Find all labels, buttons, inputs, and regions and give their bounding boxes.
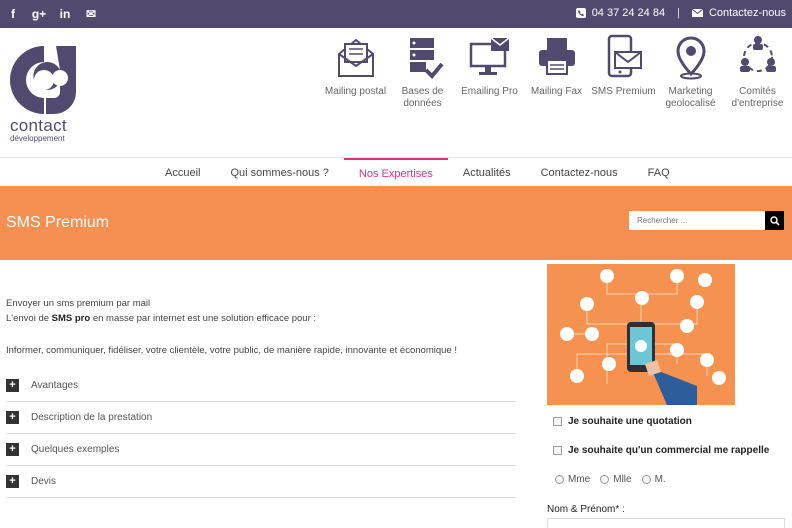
service-comites[interactable]: Comités d'entreprise xyxy=(724,34,791,110)
civility-radios: Mme Mlle M. xyxy=(555,474,666,485)
form-checks: Je souhaite une quotation Je souhaite qu… xyxy=(553,413,769,471)
name-input[interactable] xyxy=(547,518,785,528)
accordion-avantages[interactable]: + Avantages xyxy=(6,370,516,402)
intro-line-2-pre: L'envoi de xyxy=(6,313,52,324)
intro-line-2: L'envoi de SMS pro en masse par internet… xyxy=(6,311,516,326)
search-input[interactable] xyxy=(629,211,765,230)
check-rappel[interactable]: Je souhaite qu'un commercial me rappelle xyxy=(553,442,769,458)
service-sms-premium[interactable]: SMS Premium xyxy=(590,34,657,110)
radio-m[interactable]: M. xyxy=(641,474,666,485)
service-emailing-pro[interactable]: Emailing Pro xyxy=(456,34,523,110)
radio-mme[interactable]: Mme xyxy=(555,474,590,485)
radio-circle[interactable] xyxy=(641,475,651,484)
radio-label: Mme xyxy=(568,474,591,485)
accordion-label: Avantages xyxy=(31,380,79,391)
phone-icon xyxy=(575,8,586,18)
social-links: f g+ in ✉ xyxy=(6,7,98,21)
check-quotation[interactable]: Je souhaite une quotation xyxy=(553,413,769,429)
accordion-exemples[interactable]: + Quelques exemples xyxy=(6,434,516,466)
linkedin-icon[interactable]: in xyxy=(58,7,72,21)
nav-nos-expertises[interactable]: Nos Expertises xyxy=(343,158,448,187)
mail-icon[interactable]: ✉ xyxy=(84,7,98,21)
checkbox[interactable] xyxy=(553,445,562,455)
search-icon xyxy=(769,215,780,226)
service-label: Comités d'entreprise xyxy=(731,86,784,109)
service-marketing-geo[interactable]: Marketing geolocalisé xyxy=(657,34,724,110)
page-title: SMS Premium xyxy=(6,214,110,231)
monitor-mail-icon xyxy=(469,37,509,75)
intro-bold: SMS pro xyxy=(51,313,91,324)
radio-label: Mlle xyxy=(613,474,632,485)
checkbox[interactable] xyxy=(553,416,562,426)
service-mailing-fax[interactable]: Mailing Fax xyxy=(523,34,590,110)
radio-circle[interactable] xyxy=(600,475,610,484)
envelope-open-icon xyxy=(337,38,374,77)
check-label: Je souhaite qu'un commercial me rappelle xyxy=(568,444,770,456)
accordion-description[interactable]: + Description de la prestation xyxy=(6,402,516,434)
logo-sub: développement xyxy=(10,134,65,143)
service-bases-donnees[interactable]: Bases de données xyxy=(389,34,456,110)
accordion: + Avantages + Description de la prestati… xyxy=(6,370,516,498)
intro-line-1: Envoyer un sms premium par mail xyxy=(6,298,151,309)
topbar-separator: | xyxy=(677,7,680,19)
top-contact: 04 37 24 24 84 | Contactez-nous xyxy=(575,7,786,19)
service-label: Mailing Fax xyxy=(530,86,583,97)
service-mailing-postal[interactable]: Mailing postal xyxy=(322,34,389,110)
radio-circle[interactable] xyxy=(555,475,564,484)
accordion-label: Devis xyxy=(31,476,57,487)
map-pin-icon xyxy=(675,36,706,80)
intro-line-2-post: en masse par internet est une solution e… xyxy=(90,313,317,324)
name-label: Nom & Prénom* : xyxy=(547,504,625,515)
content-intro: Envoyer un sms premium par mail L'envoi … xyxy=(6,296,516,358)
service-label: Mailing postal xyxy=(324,86,387,97)
phone-mail-icon xyxy=(607,34,642,78)
service-label: Emailing Pro xyxy=(461,86,518,97)
accordion-devis[interactable]: + Devis xyxy=(6,466,516,498)
services-menu: Mailing postal Bases de données Emailing… xyxy=(322,34,791,110)
nav-accueil[interactable]: Accueil xyxy=(150,158,215,187)
search-button[interactable] xyxy=(765,211,784,230)
google-plus-icon[interactable]: g+ xyxy=(32,7,46,21)
nav-faq[interactable]: FAQ xyxy=(633,158,685,187)
plus-icon: + xyxy=(6,411,19,424)
radio-label: M. xyxy=(654,474,666,485)
logo-word: contact xyxy=(10,116,67,135)
top-bar: f g+ in ✉ 04 37 24 24 84 | Contactez-nou… xyxy=(0,0,792,28)
radio-mlle[interactable]: Mlle xyxy=(600,474,632,485)
main-nav: Accueil Qui sommes-nous ? Nos Expertises… xyxy=(0,157,792,187)
check-label: Je souhaite une quotation xyxy=(568,415,692,427)
nav-contactez-nous[interactable]: Contactez-nous xyxy=(526,158,633,187)
intro-line-3: Informer, communiquer, fidéliser, votre … xyxy=(6,345,457,356)
sms-illustration xyxy=(547,264,735,405)
accordion-label: Quelques exemples xyxy=(31,444,120,455)
database-check-icon xyxy=(409,38,444,79)
service-label: Bases de données xyxy=(401,86,444,109)
service-label: Marketing geolocalisé xyxy=(665,86,716,109)
contact-link[interactable]: Contactez-nous xyxy=(709,7,786,19)
facebook-icon[interactable]: f xyxy=(6,7,20,21)
service-label: SMS Premium xyxy=(591,86,656,97)
phone-number[interactable]: 04 37 24 24 84 xyxy=(592,7,665,19)
nav-actualites[interactable]: Actualités xyxy=(448,158,526,187)
accordion-label: Description de la prestation xyxy=(31,412,153,423)
envelope-icon xyxy=(691,9,703,17)
printer-icon xyxy=(538,38,575,75)
people-network-icon xyxy=(739,36,776,72)
plus-icon: + xyxy=(6,443,19,456)
plus-icon: + xyxy=(6,379,19,392)
plus-icon: + xyxy=(6,475,19,488)
nav-qui-sommes-nous[interactable]: Qui sommes-nous ? xyxy=(215,158,343,187)
